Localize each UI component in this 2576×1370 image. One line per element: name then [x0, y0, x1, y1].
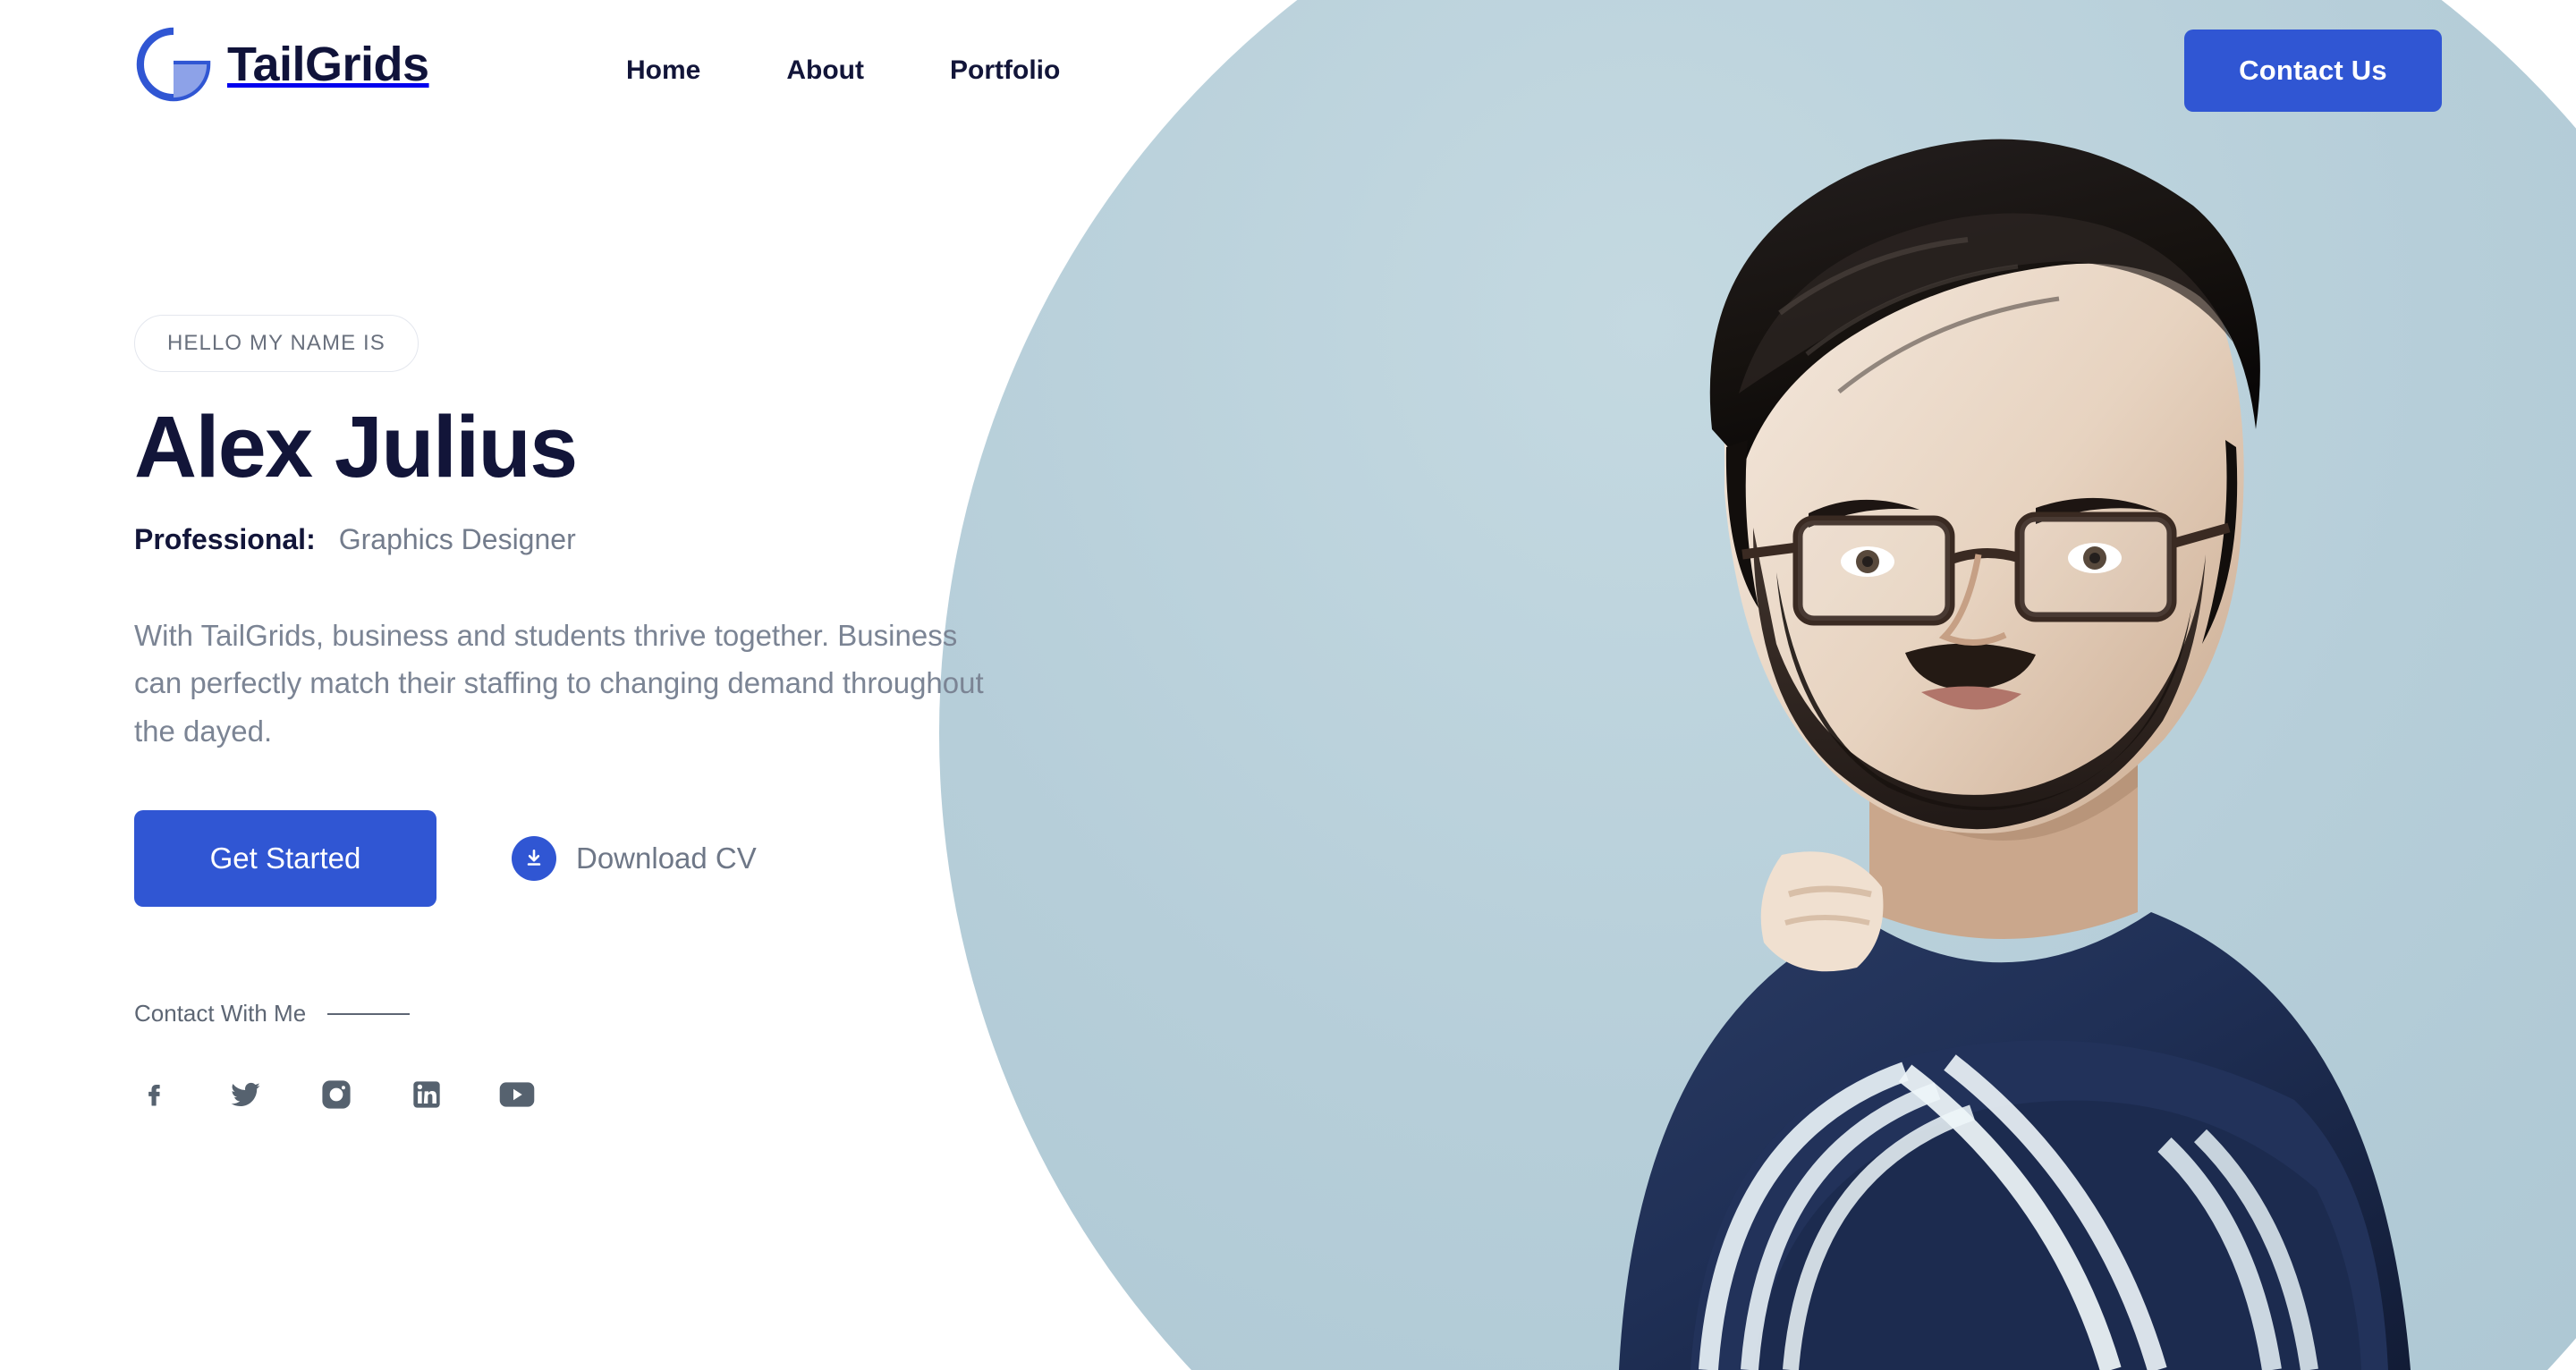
contact-with-me-label: Contact With Me: [134, 1000, 307, 1027]
main-navigation: Home About Portfolio: [626, 55, 1060, 86]
hero-description: With TailGrids, business and students th…: [134, 618, 984, 748]
get-started-button[interactable]: Get Started: [134, 810, 436, 908]
tailgrids-g-logo-icon: [136, 27, 211, 102]
brand-name: TailGrids: [227, 38, 429, 91]
contact-with-me: Contact With Me: [134, 1000, 411, 1028]
download-cv-link[interactable]: Download CV: [512, 836, 757, 882]
hero-page: TailGrids Home About Portfolio Contact U…: [0, 0, 2576, 1370]
profession-value: Graphics Designer: [338, 522, 576, 555]
social-link-facebook[interactable]: [134, 1071, 177, 1118]
linkedin-icon: [413, 1081, 440, 1108]
download-cv-label: Download CV: [576, 841, 757, 875]
profession-label: Professional:: [134, 522, 316, 555]
portrait-illustration: [1619, 139, 2411, 1370]
profession-row: Professional: Graphics Designer: [134, 523, 1136, 556]
social-link-twitter[interactable]: [225, 1071, 267, 1118]
twitter-icon: [231, 1082, 260, 1107]
nav-item-home[interactable]: Home: [626, 55, 700, 86]
social-link-linkedin[interactable]: [405, 1071, 448, 1118]
cta-row: Get Started Download CV: [134, 810, 1136, 908]
contact-us-button[interactable]: Contact Us: [2184, 30, 2442, 112]
site-header: TailGrids Home About Portfolio Contact U…: [0, 0, 2576, 152]
facebook-icon: [148, 1085, 160, 1106]
hello-badge: HELLO MY NAME IS: [134, 315, 419, 372]
nav-item-portfolio[interactable]: Portfolio: [950, 55, 1060, 86]
social-link-youtube[interactable]: [496, 1071, 538, 1118]
social-link-instagram[interactable]: [315, 1071, 358, 1118]
divider-line: [327, 1012, 411, 1015]
hero-content: HELLO MY NAME IS Alex Julius Professiona…: [134, 315, 1136, 908]
youtube-icon: [499, 1082, 535, 1107]
download-arrow-icon: [527, 850, 541, 867]
nav-item-about[interactable]: About: [786, 55, 864, 86]
download-icon: [512, 836, 556, 882]
brand-logo[interactable]: TailGrids: [134, 25, 429, 104]
social-links: [134, 1071, 538, 1118]
page-title: Alex Julius: [134, 398, 578, 495]
portrait-photo: [1485, 107, 2522, 1370]
instagram-icon: [322, 1080, 351, 1109]
